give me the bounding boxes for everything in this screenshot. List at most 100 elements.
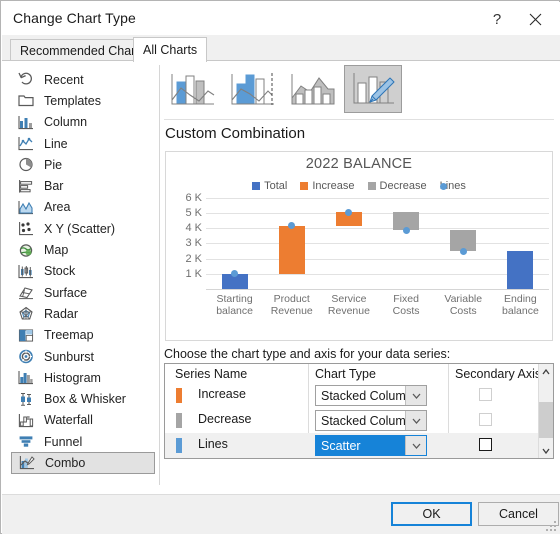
sidebar-item-templates[interactable]: Templates (11, 90, 155, 111)
y-axis-tick-label: 4 K (185, 222, 202, 235)
x-axis-category-label: Service Revenue (320, 293, 377, 317)
chevron-up-icon (542, 368, 550, 374)
chart-type-dropdown[interactable]: Scatter (315, 435, 427, 456)
tab-all-charts-label: All Charts (143, 43, 198, 57)
table-row[interactable]: Decrease Stacked Column (165, 408, 553, 433)
tab-strip: Recommended Charts All Charts (2, 35, 560, 62)
sidebar-item-area[interactable]: Area (11, 197, 155, 218)
combo-type-custom-combination[interactable] (344, 65, 402, 113)
column-icon (17, 114, 35, 131)
sidebar-item-label: Funnel (44, 434, 83, 449)
y-axis-tick-label: 1 K (185, 267, 202, 280)
sidebar-item-stock[interactable]: Stock (11, 261, 155, 282)
sidebar-item-label: Treemap (44, 328, 94, 343)
x-axis-category-label-line: Costs (392, 304, 420, 317)
sidebar-item-histogram[interactable]: Histogram (11, 367, 155, 388)
series-table-scrollbar[interactable] (538, 364, 553, 458)
gridline (206, 197, 549, 199)
chart-preview[interactable]: 2022 BALANCE Total Increase Decrease Lines … (165, 151, 553, 341)
secondary-axis-checkbox[interactable] (479, 438, 492, 451)
area-icon (17, 199, 35, 216)
y-axis-tick-label: 3 K (185, 237, 202, 250)
sidebar-item-label: Pie (44, 157, 63, 172)
chart-type-dropdown-value: Stacked Column (321, 414, 413, 428)
bar-icon (17, 178, 35, 195)
scroll-down-button[interactable] (539, 443, 553, 458)
sidebar-item-x-y-scatter[interactable]: X Y (Scatter) (11, 218, 155, 239)
sunburst-icon (17, 348, 35, 365)
sidebar-item-label: Combo (45, 455, 86, 470)
x-axis-category-label-line: Fixed (393, 293, 419, 305)
chevron-down-icon[interactable] (405, 411, 426, 430)
waterfall-icon (17, 412, 35, 429)
sidebar-item-pie[interactable]: Pie (11, 154, 155, 175)
combo-icon (18, 454, 36, 471)
combo-type-clustered-column-line[interactable] (164, 65, 222, 113)
legend-label: Decrease (379, 180, 427, 192)
sidebar-item-map[interactable]: Map (11, 239, 155, 260)
x-axis-category-label-line: Service (331, 293, 367, 305)
chevron-down-icon[interactable] (405, 436, 426, 455)
chart-bar (278, 225, 305, 274)
sidebar-item-label: Map (44, 243, 69, 258)
sidebar-item-combo[interactable]: Combo (11, 452, 155, 474)
gallery-divider (164, 119, 554, 120)
sidebar-item-sunburst[interactable]: Sunburst (11, 346, 155, 367)
chart-type-dropdown[interactable]: Stacked Column (315, 385, 427, 406)
sidebar-item-radar[interactable]: Radar (11, 303, 155, 324)
series-color-swatch-icon (176, 388, 182, 403)
sidebar-item-box-whisker[interactable]: Box & Whisker (11, 388, 155, 409)
sidebar-item-label: Bar (44, 179, 64, 194)
sidebar-item-label: Line (44, 136, 68, 151)
chart-type-dropdown[interactable]: Stacked Column (315, 410, 427, 431)
close-button[interactable] (518, 3, 552, 35)
legend-item-increase: Increase (300, 180, 355, 192)
chevron-down-icon[interactable] (405, 386, 426, 405)
sidebar-item-recent[interactable]: Recent (11, 69, 155, 90)
title-bar: Change Chart Type ? (2, 2, 560, 35)
scroll-thumb[interactable] (539, 402, 553, 438)
combo-type-stacked-area-clustered-column[interactable] (284, 65, 342, 113)
x-axis-category-label: Variable Costs (435, 293, 492, 317)
series-name-label: Lines (198, 437, 228, 451)
sidebar-item-treemap[interactable]: Treemap (11, 325, 155, 346)
ok-button[interactable]: OK (391, 502, 472, 526)
treemap-icon (17, 327, 35, 344)
secondary-axis-checkbox[interactable] (479, 388, 492, 401)
sidebar-item-waterfall[interactable]: Waterfall (11, 410, 155, 431)
sidebar-item-label: Templates (44, 93, 101, 108)
dialog-footer: OK Cancel (2, 494, 560, 534)
sidebar-item-funnel[interactable]: Funnel (11, 431, 155, 452)
series-name-label: Decrease (198, 412, 252, 426)
x-axis-category-label-line: Revenue (327, 304, 370, 317)
table-row[interactable]: Increase Stacked Column (165, 383, 553, 408)
funnel-icon (17, 433, 35, 450)
sidebar-item-label: Stock (44, 264, 76, 279)
sidebar-item-line[interactable]: Line (11, 133, 155, 154)
scatter-point (459, 247, 467, 255)
stock-icon (17, 263, 35, 280)
tab-recommended-charts-label: Recommended Charts (20, 43, 146, 58)
combo-type-clustered-column-line-secondary[interactable] (224, 65, 282, 113)
gridline (206, 243, 549, 245)
legend-item-lines: Lines (439, 180, 466, 192)
sidebar-item-surface[interactable]: Surface (11, 282, 155, 303)
table-row[interactable]: Lines Scatter (165, 433, 553, 458)
series-color-swatch-icon (176, 438, 182, 453)
sidebar-item-label: Recent (44, 72, 84, 87)
sidebar-item-bar[interactable]: Bar (11, 175, 155, 196)
series-table-caption: Choose the chart type and axis for your … (164, 347, 451, 361)
resize-grip[interactable] (546, 521, 556, 531)
tab-all-charts[interactable]: All Charts (133, 37, 208, 62)
y-axis-tick-label: 2 K (185, 252, 202, 265)
scatter-icon (17, 220, 35, 237)
help-button[interactable]: ? (480, 3, 514, 35)
change-chart-type-dialog: Change Chart Type ? Recommended Charts A… (0, 0, 560, 534)
close-icon (529, 13, 541, 25)
sidebar-item-column[interactable]: Column (11, 112, 155, 133)
clustered-column-line-secondary-icon (231, 73, 274, 105)
scroll-up-button[interactable] (539, 364, 553, 379)
x-axis-category-label-line: Ending (504, 293, 537, 305)
secondary-axis-checkbox[interactable] (479, 413, 492, 426)
section-title: Custom Combination (165, 125, 306, 142)
